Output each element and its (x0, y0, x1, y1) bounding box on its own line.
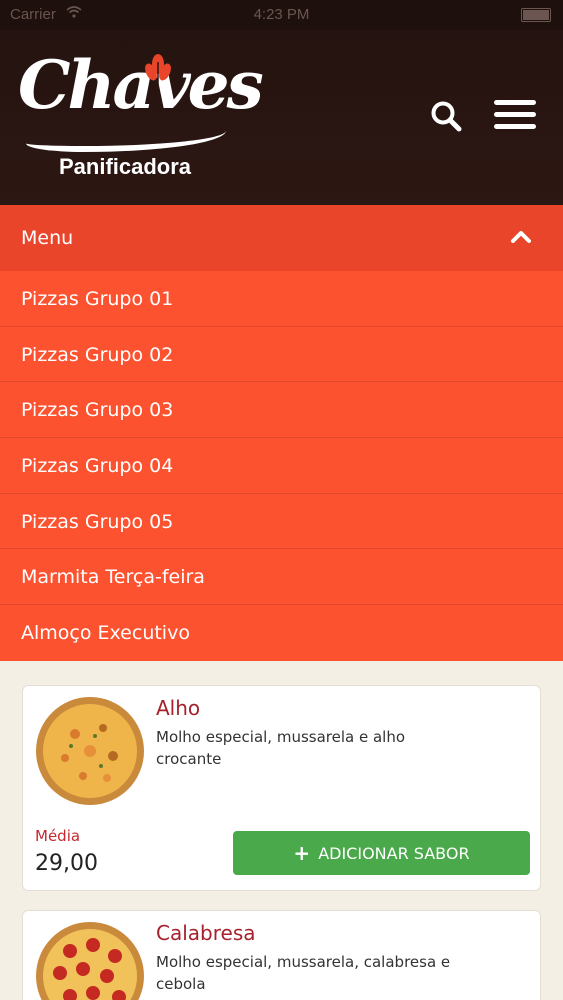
app-header: Chaves Panificadora (0, 30, 563, 205)
plus-icon: + (293, 841, 311, 865)
search-icon[interactable] (430, 100, 464, 134)
menu-item-almoco-executivo[interactable]: Almoço Executivo (0, 605, 563, 661)
battery-icon (521, 8, 551, 22)
menu-item-pizzas-grupo-03[interactable]: Pizzas Grupo 03 (0, 382, 563, 439)
product-description: Molho especial, mussarela e alho crocant… (156, 728, 406, 768)
product-title: Alho (156, 696, 201, 720)
hamburger-icon[interactable] (494, 100, 536, 134)
menu-item-pizzas-grupo-05[interactable]: Pizzas Grupo 05 (0, 494, 563, 550)
add-flavor-button[interactable]: + ADICIONAR SABOR (233, 831, 530, 875)
brand-logo[interactable]: Chaves Panificadora (18, 52, 264, 182)
product-card: Calabresa Molho especial, mussarela, cal… (22, 910, 541, 1000)
product-size-label: Média (35, 827, 81, 845)
brand-name: Chaves (18, 46, 264, 124)
hamburger-line (494, 124, 536, 129)
wheat-icon (145, 54, 171, 90)
pizza-calabresa-image (36, 922, 144, 1000)
brand-subtitle: Panificadora (59, 154, 192, 179)
menu-label: Menu (21, 227, 74, 249)
status-time: 4:23 PM (253, 6, 310, 23)
menu-item-pizzas-grupo-02[interactable]: Pizzas Grupo 02 (0, 327, 563, 383)
hamburger-line (494, 100, 536, 105)
product-title: Calabresa (156, 921, 256, 945)
add-flavor-label: ADICIONAR SABOR (318, 843, 470, 863)
product-card: Alho Molho especial, mussarela e alho cr… (22, 685, 541, 891)
product-price: 29,00 (35, 851, 98, 876)
menu-item-pizzas-grupo-01[interactable]: Pizzas Grupo 01 (0, 271, 563, 327)
menu-item-pizzas-grupo-04[interactable]: Pizzas Grupo 04 (0, 438, 563, 494)
logo-swoosh (26, 122, 226, 152)
menu-toggle[interactable]: Menu (0, 205, 563, 271)
status-bar: Carrier 4:23 PM (0, 0, 563, 30)
pizza-alho-image (36, 697, 144, 805)
menu-list: Pizzas Grupo 01 Pizzas Grupo 02 Pizzas G… (0, 271, 563, 661)
hamburger-line (494, 112, 536, 117)
chevron-up-icon (511, 231, 531, 243)
menu-item-marmita-terca[interactable]: Marmita Terça-feira (0, 549, 563, 606)
product-list: Alho Molho especial, mussarela e alho cr… (0, 662, 563, 1000)
product-description: Molho especial, mussarela, calabresa e c… (156, 953, 451, 993)
